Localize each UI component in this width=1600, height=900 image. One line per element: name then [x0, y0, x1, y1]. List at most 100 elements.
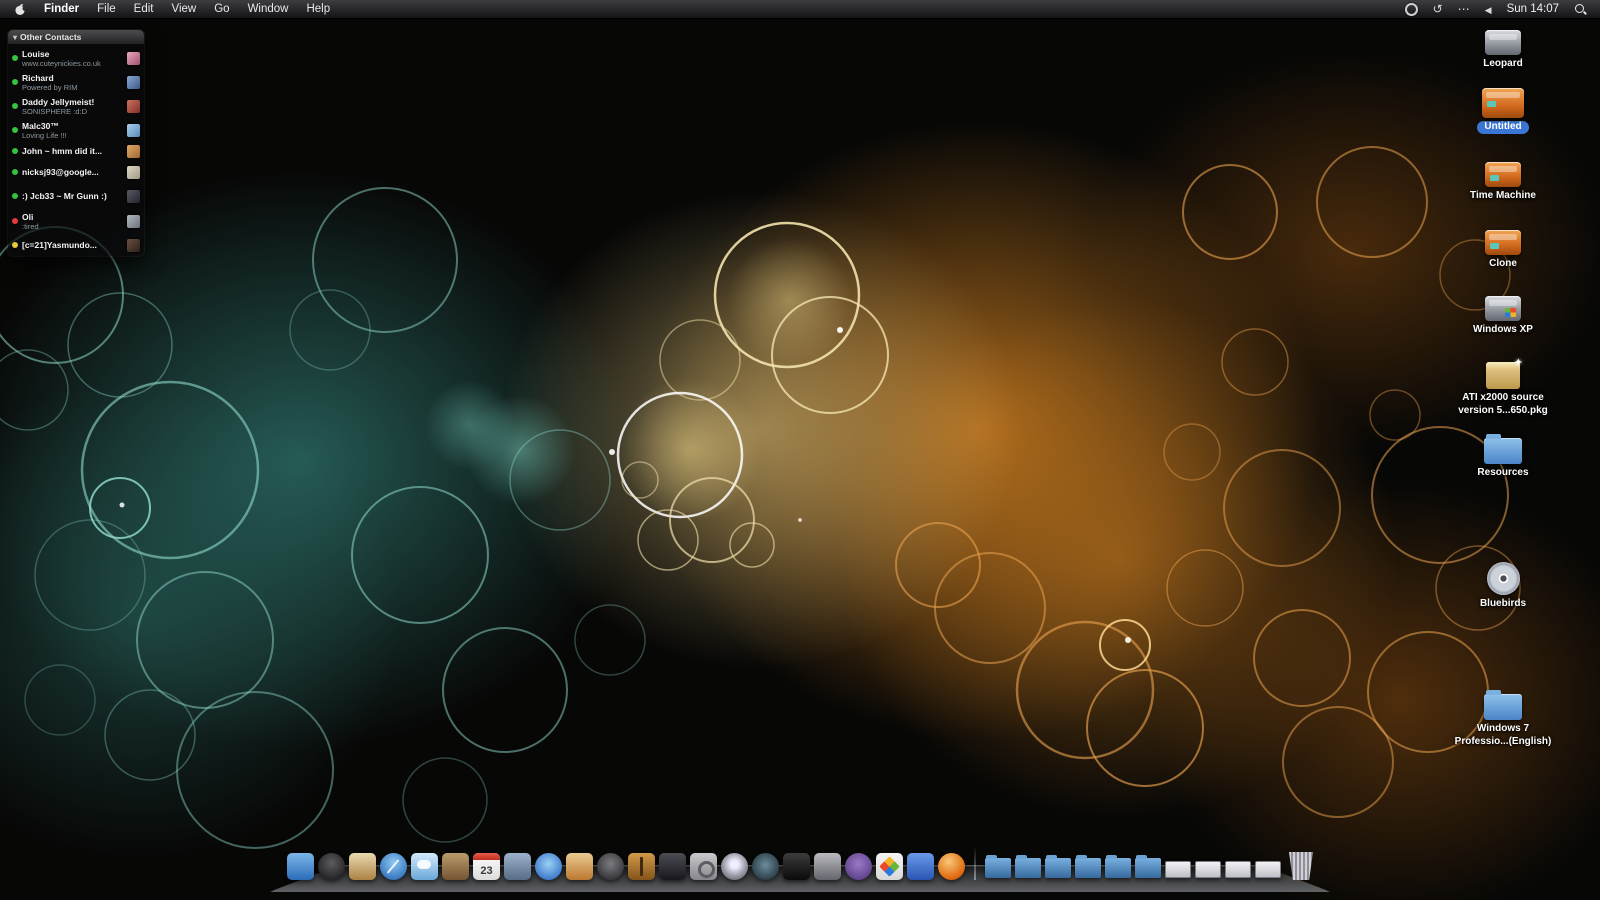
dock-stack-folder-icon[interactable]: [1105, 855, 1131, 878]
avatar: [127, 99, 140, 113]
dock-minimized-window[interactable]: [1255, 861, 1281, 878]
menu-item-edit[interactable]: Edit: [125, 0, 163, 18]
contact-name: Louise: [22, 48, 50, 59]
menu-item-file[interactable]: File: [88, 0, 125, 18]
time-machine-icon[interactable]: [1433, 0, 1443, 18]
dock-minimized-window[interactable]: [1195, 861, 1221, 878]
buddy-list-window[interactable]: Other Contacts Louise www.cuteynickies.c…: [8, 30, 144, 256]
ellipsis-icon[interactable]: [1458, 0, 1470, 18]
contact-name: Oli: [22, 211, 34, 222]
contact-status: SONISPHERE :d:D: [22, 106, 88, 116]
contact-row[interactable]: Louise www.cuteynickies.co.uk: [8, 46, 144, 70]
menu-item-help[interactable]: Help: [297, 0, 339, 18]
menu-extras: Sun 14:07: [1404, 0, 1594, 18]
dock-stack-folder-icon[interactable]: [1015, 855, 1041, 878]
contact-name: Daddy Jellymeist!: [22, 96, 95, 107]
desktop-icon-ati-package[interactable]: ATI x2000 source version 5...650.pkg: [1447, 356, 1559, 417]
presence-available-icon: [12, 193, 18, 199]
presence-busy-icon: [12, 218, 18, 224]
icon-label-selected: Untitled: [1477, 121, 1529, 134]
dock-ical-icon[interactable]: 23: [473, 853, 500, 880]
dock-quicktime-icon[interactable]: [721, 853, 748, 880]
dock-dashboard-icon[interactable]: [318, 853, 345, 880]
external-drive-icon: [1485, 162, 1521, 187]
avatar: [127, 144, 140, 158]
menu-item-window[interactable]: Window: [239, 0, 298, 18]
icon-label: Resources: [1477, 467, 1529, 478]
dock-mail-icon[interactable]: [504, 853, 531, 880]
desktop-icon-clone[interactable]: Clone: [1447, 230, 1559, 271]
dock-itunes-icon[interactable]: [535, 853, 562, 880]
contact-row[interactable]: Malc30™ Loving Life !!!: [8, 118, 144, 142]
gear-icon[interactable]: [1404, 2, 1418, 16]
dock-disk-utility-icon[interactable]: [814, 853, 841, 880]
buddy-list-header[interactable]: Other Contacts: [8, 30, 144, 44]
dock-stack-folder-icon[interactable]: [1135, 855, 1161, 878]
desktop-icon-untitled[interactable]: Untitled: [1447, 88, 1559, 134]
icon-label: Windows XP: [1473, 324, 1533, 335]
contact-status: Loving Life !!!: [22, 130, 67, 140]
presence-idle-icon: [12, 242, 18, 248]
contact-row[interactable]: Oli :tired: [8, 209, 144, 233]
desktop-icon-resources[interactable]: Resources: [1447, 434, 1559, 480]
dock-safari-icon[interactable]: [380, 853, 407, 880]
desktop-icon-time-machine[interactable]: Time Machine: [1447, 162, 1559, 203]
folder-icon: [1484, 434, 1522, 464]
dock-garageband-icon[interactable]: [628, 853, 655, 880]
dock-stack-folder-icon[interactable]: [1045, 855, 1071, 878]
apple-menu[interactable]: [6, 0, 35, 18]
dock-dvd-player-icon[interactable]: [597, 853, 624, 880]
icon-label: Clone: [1489, 258, 1517, 269]
menu-item-view[interactable]: View: [163, 0, 206, 18]
avatar: [127, 214, 140, 228]
front-row-icon[interactable]: [1485, 0, 1492, 18]
dock-stack-folder-icon[interactable]: [985, 855, 1011, 878]
desktop-icon-windows-7[interactable]: Windows 7 Professio...(English): [1447, 690, 1559, 748]
menu-item-go[interactable]: Go: [205, 0, 238, 18]
contact-name: Malc30™: [22, 120, 59, 131]
spotlight-icon[interactable]: [1574, 3, 1586, 15]
dock-stack-folder-icon[interactable]: [1075, 855, 1101, 878]
contact-row[interactable]: :) Jcb33 ~ Mr Gunn :): [8, 187, 144, 205]
dock-system-preferences-icon[interactable]: [690, 853, 717, 880]
dock-finder-icon[interactable]: [287, 853, 314, 880]
contact-row[interactable]: Richard Powered by RIM: [8, 70, 144, 94]
dock-preview-icon[interactable]: [566, 853, 593, 880]
buddy-list-title: Other Contacts: [20, 32, 82, 42]
avatar: [127, 75, 140, 89]
desktop-icon-windows-xp[interactable]: Windows XP: [1447, 296, 1559, 337]
avatar: [127, 189, 140, 203]
external-drive-icon: [1485, 230, 1521, 255]
menu-item-finder[interactable]: Finder: [35, 0, 88, 18]
contact-row[interactable]: John ~ hmm did it...: [8, 142, 144, 160]
dock-imovie-icon[interactable]: [659, 853, 686, 880]
dock-remote-desktop-icon[interactable]: [907, 853, 934, 880]
dock-photo-booth-icon[interactable]: [752, 853, 779, 880]
desktop-icon-leopard[interactable]: Leopard: [1447, 30, 1559, 71]
menu-bar: Finder File Edit View Go Window Help Sun…: [0, 0, 1600, 19]
external-drive-icon: [1482, 88, 1524, 118]
icon-label: Time Machine: [1470, 190, 1536, 201]
presence-available-icon: [12, 169, 18, 175]
dock-ichat-icon[interactable]: [411, 853, 438, 880]
presence-available-icon: [12, 127, 18, 133]
avatar: [127, 51, 140, 65]
dock-firefox-icon[interactable]: [938, 853, 965, 880]
presence-available-icon: [12, 79, 18, 85]
dock-aperture-icon[interactable]: [845, 853, 872, 880]
contact-row[interactable]: Daddy Jellymeist! SONISPHERE :d:D: [8, 94, 144, 118]
dock-minimized-window[interactable]: [1165, 861, 1191, 878]
contact-row[interactable]: [c=21]Yasmundo...: [8, 236, 144, 254]
dock-windows-icon[interactable]: [876, 853, 903, 880]
contact-row[interactable]: nicksj93@google...: [8, 163, 144, 181]
ical-date: 23: [480, 865, 493, 877]
dock-trash-icon[interactable]: [1289, 852, 1313, 880]
desktop-icon-bluebirds[interactable]: Bluebirds: [1447, 562, 1559, 611]
contact-status: :tired: [22, 221, 39, 231]
dock-terminal-icon[interactable]: [783, 853, 810, 880]
dock-minimized-window[interactable]: [1225, 861, 1251, 878]
menu-clock[interactable]: Sun 14:07: [1507, 3, 1559, 15]
dock-address-book-icon[interactable]: [442, 853, 469, 880]
dock-iphoto-icon[interactable]: [349, 853, 376, 880]
presence-available-icon: [12, 148, 18, 154]
